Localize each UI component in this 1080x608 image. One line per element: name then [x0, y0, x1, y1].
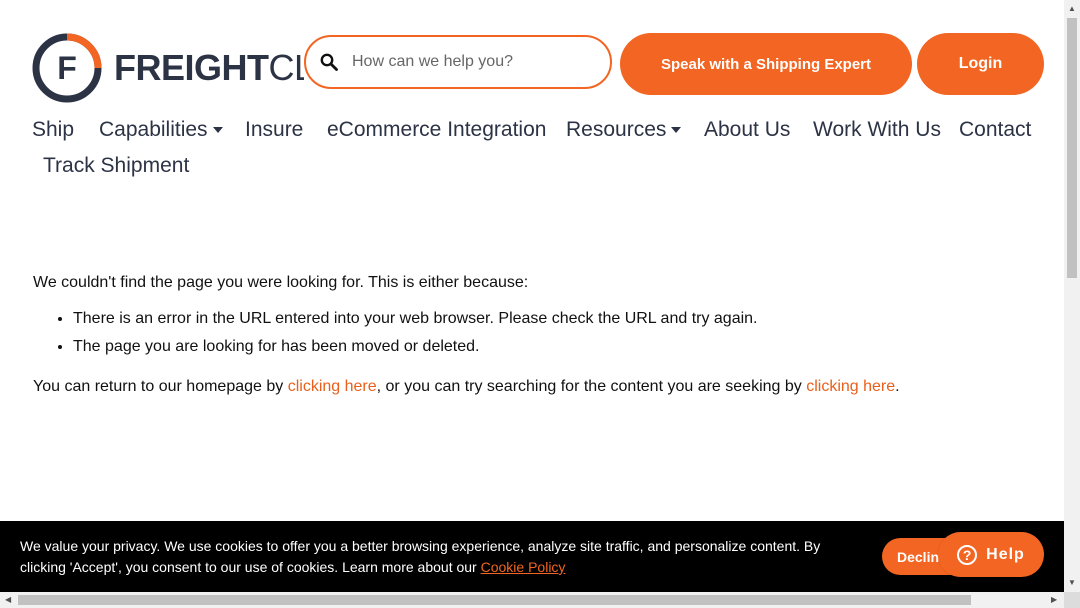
- horizontal-scroll-thumb[interactable]: [18, 595, 971, 605]
- nav-item-label: Capabilities: [99, 118, 208, 141]
- cookie-policy-link[interactable]: Cookie Policy: [481, 559, 566, 575]
- nav-item-capabilities[interactable]: Capabilities: [99, 118, 223, 142]
- scroll-up-arrow-icon[interactable]: ▲: [1068, 4, 1076, 13]
- nav-item-label: Ship: [32, 118, 75, 141]
- help-label: Help: [986, 545, 1025, 563]
- search-link[interactable]: clicking here: [806, 378, 895, 395]
- scroll-right-arrow-icon[interactable]: ▶: [1051, 595, 1057, 604]
- logo-text-thin: CL: [268, 47, 305, 88]
- error-intro: We couldn't find the page you were looki…: [33, 274, 529, 291]
- nav-item-track-shipment[interactable]: Track Shipment: [43, 154, 189, 178]
- not-found-content: We couldn't find the page you were looki…: [33, 272, 1033, 398]
- scroll-down-arrow-icon[interactable]: ▼: [1068, 578, 1076, 587]
- nav-item-ship[interactable]: Ship: [32, 118, 74, 142]
- nav-item-label: Insure: [245, 118, 304, 141]
- return-paragraph: You can return to our homepage by clicki…: [33, 376, 1033, 398]
- cookie-message-text: We value your privacy. We use cookies to…: [20, 538, 821, 575]
- question-circle-icon: ?: [957, 544, 978, 565]
- horizontal-scrollbar[interactable]: ◀ ▶: [0, 592, 1064, 608]
- nav-item-label: eCommerce Integration: [327, 118, 547, 141]
- nav-item-contact[interactable]: Contact: [959, 118, 1031, 142]
- caret-down-icon: [671, 127, 682, 134]
- logo-text-bold: FREIGHT: [114, 47, 269, 88]
- list-item: The page you are looking for has been mo…: [73, 336, 1033, 358]
- nav-item-about-us[interactable]: About Us: [704, 118, 790, 142]
- nav-item-insure[interactable]: Insure: [245, 118, 303, 142]
- nav-item-resources[interactable]: Resources: [566, 118, 682, 142]
- nav-item-label: Resources: [566, 118, 667, 141]
- return-text-prefix: You can return to our homepage by: [33, 378, 288, 395]
- caret-down-icon: [212, 127, 223, 134]
- logo[interactable]: F FREIGHTCL: [32, 32, 304, 104]
- help-button[interactable]: ? Help: [938, 532, 1044, 577]
- nav-item-label: Contact: [959, 118, 1032, 141]
- return-text-middle: , or you can try searching for the conte…: [376, 378, 807, 395]
- homepage-link[interactable]: clicking here: [288, 378, 377, 395]
- nav-item-work-with-us[interactable]: Work With Us: [813, 118, 941, 142]
- list-item: There is an error in the URL entered int…: [73, 308, 1033, 330]
- search-icon: [320, 53, 338, 71]
- return-text-suffix: .: [895, 378, 900, 395]
- vertical-scroll-thumb[interactable]: [1067, 18, 1077, 278]
- nav-item-label: Work With Us: [813, 118, 941, 141]
- search-box[interactable]: [304, 35, 612, 89]
- cookie-banner: We value your privacy. We use cookies to…: [0, 521, 1064, 592]
- vertical-scrollbar[interactable]: ▲ ▼: [1064, 0, 1080, 592]
- logo-letter: F: [57, 50, 77, 86]
- speak-with-expert-button[interactable]: Speak with a Shipping Expert: [620, 33, 912, 95]
- logo-text: FREIGHTCL: [114, 47, 304, 89]
- nav-item-ecommerce-integration[interactable]: eCommerce Integration: [327, 118, 546, 142]
- search-input[interactable]: [350, 52, 594, 72]
- scrollbar-corner: [1064, 592, 1080, 608]
- login-button[interactable]: Login: [917, 33, 1044, 95]
- freightclub-logo-icon: F: [32, 33, 102, 103]
- cookie-message: We value your privacy. We use cookies to…: [20, 536, 860, 578]
- nav-item-label: About Us: [704, 118, 791, 141]
- nav-item-label: Track Shipment: [43, 154, 190, 177]
- scroll-left-arrow-icon[interactable]: ◀: [5, 595, 11, 604]
- reason-list: There is an error in the URL entered int…: [33, 308, 1033, 358]
